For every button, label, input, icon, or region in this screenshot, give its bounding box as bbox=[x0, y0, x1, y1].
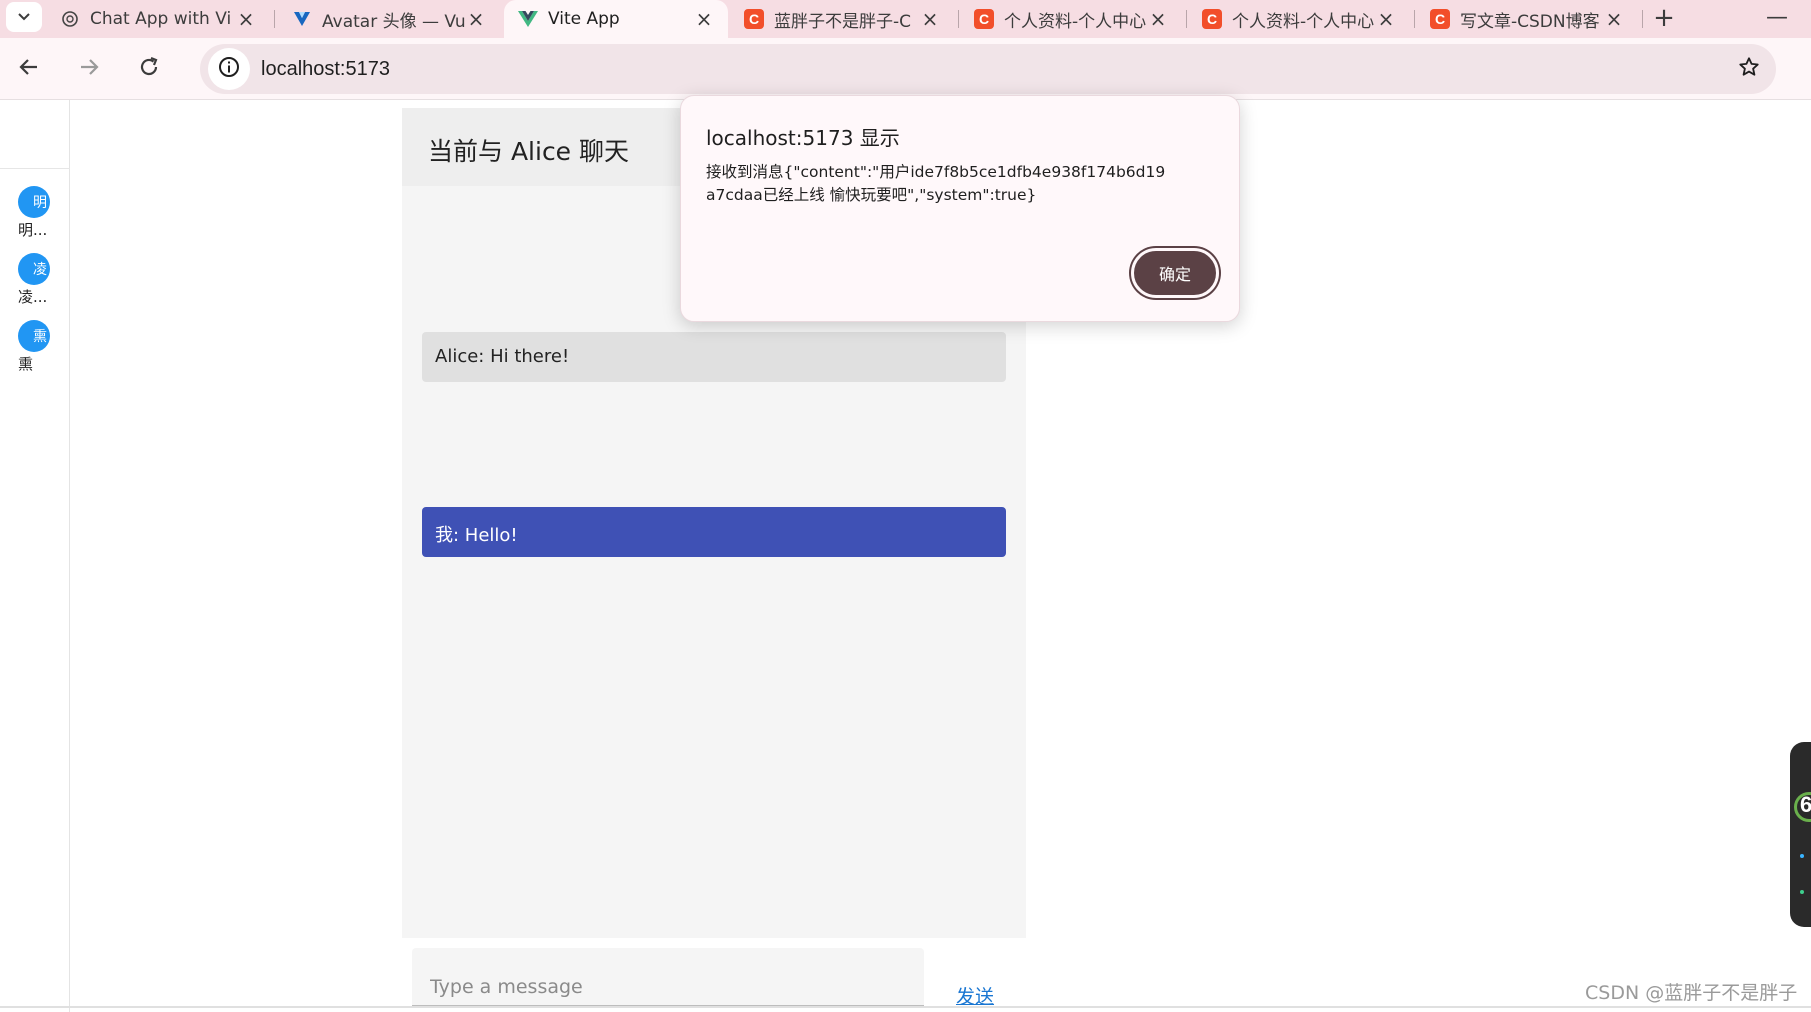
contact-name: 凌... bbox=[18, 288, 48, 306]
dialog-message: 接收到消息{"content":"用户ide7f8b5ce1dfb4e938f1… bbox=[706, 163, 1166, 204]
tab-separator bbox=[274, 10, 275, 28]
avatar: 明 bbox=[18, 186, 50, 218]
openai-icon bbox=[60, 9, 80, 29]
close-tab-icon[interactable]: × bbox=[236, 7, 256, 31]
message-bubble-outgoing: 我: Hello! bbox=[422, 507, 1006, 557]
tab-vite-app[interactable]: Vite App × bbox=[504, 0, 728, 38]
dot-icon bbox=[1800, 890, 1804, 894]
bookmark-button[interactable] bbox=[1736, 56, 1762, 82]
tab-csdn-write[interactable]: C 写文章-CSDN博客 × bbox=[1416, 0, 1638, 38]
tab-csdn-profile[interactable]: C 蓝胖子不是胖子-C × bbox=[730, 0, 954, 38]
arrow-left-icon bbox=[17, 55, 41, 83]
csdn-icon: C bbox=[744, 9, 764, 29]
close-tab-icon[interactable]: × bbox=[920, 7, 940, 31]
message-bubble-incoming: Alice: Hi there! bbox=[422, 332, 1006, 382]
close-tab-icon[interactable]: × bbox=[466, 7, 486, 31]
tab-separator bbox=[1414, 10, 1415, 28]
url-text[interactable]: localhost:5173 bbox=[261, 58, 390, 81]
chevron-down-icon bbox=[17, 8, 31, 27]
tab-title: Vite App bbox=[548, 9, 620, 29]
widget-number: 6 bbox=[1800, 792, 1811, 817]
avatar: 熏 bbox=[18, 320, 50, 352]
floating-widget[interactable]: 6 bbox=[1790, 742, 1811, 927]
contact-item[interactable]: 明 明... bbox=[18, 186, 68, 240]
avatar: 凌 bbox=[18, 253, 50, 285]
message-composer: 发送 bbox=[402, 938, 1026, 1009]
tab-title: 个人资料-个人中心 bbox=[1004, 11, 1147, 32]
contact-name: 熏 bbox=[18, 355, 34, 373]
divider bbox=[0, 1006, 1811, 1008]
csdn-icon: C bbox=[1202, 9, 1222, 29]
tab-title: 蓝胖子不是胖子-C bbox=[774, 11, 912, 32]
message-input[interactable] bbox=[412, 948, 924, 1006]
info-icon bbox=[218, 56, 240, 82]
contact-name: 明... bbox=[18, 221, 48, 239]
close-tab-icon[interactable]: × bbox=[1148, 7, 1168, 31]
send-button[interactable]: 发送 bbox=[956, 982, 994, 1009]
close-tab-icon[interactable]: × bbox=[1604, 7, 1624, 31]
reload-button[interactable] bbox=[132, 52, 166, 86]
address-bar[interactable]: localhost:5173 bbox=[200, 44, 1776, 94]
tab-separator bbox=[1186, 10, 1187, 28]
dot-icon bbox=[1800, 854, 1804, 858]
contact-item[interactable]: 熏 熏 bbox=[18, 320, 68, 374]
arrow-right-icon bbox=[77, 55, 101, 83]
tab-chat-app[interactable]: Chat App with Vi × bbox=[46, 0, 270, 38]
site-info-button[interactable] bbox=[208, 48, 250, 90]
reload-icon bbox=[137, 55, 161, 83]
tab-separator bbox=[1642, 10, 1643, 28]
tab-title: Chat App with Vi bbox=[90, 9, 232, 29]
tab-avatar[interactable]: Avatar 头像 — Vu × bbox=[278, 0, 500, 38]
csdn-watermark: CSDN @蓝胖子不是胖子 bbox=[1585, 982, 1798, 1004]
csdn-icon: C bbox=[1430, 9, 1450, 29]
tab-strip: Chat App with Vi × Avatar 头像 — Vu × Vite… bbox=[0, 0, 1811, 38]
browser-toolbar: localhost:5173 bbox=[0, 38, 1811, 100]
vuetify-icon bbox=[292, 9, 312, 29]
chat-title: 当前与 Alice 聊天 bbox=[428, 137, 630, 166]
tab-title: 写文章-CSDN博客 bbox=[1460, 11, 1600, 32]
new-tab-button[interactable]: + bbox=[1648, 2, 1680, 34]
minimize-window-button[interactable]: — bbox=[1762, 2, 1792, 32]
alert-dialog: localhost:5173 显示 接收到消息{"content":"用户ide… bbox=[680, 95, 1240, 322]
close-tab-icon[interactable]: × bbox=[1376, 7, 1396, 31]
vue-icon bbox=[518, 9, 538, 29]
dialog-title: localhost:5173 显示 bbox=[706, 126, 900, 150]
contact-sidebar: 明 明... 凌 凌... 熏 熏 bbox=[0, 100, 70, 1012]
ok-button[interactable]: 确定 bbox=[1131, 248, 1219, 298]
csdn-icon: C bbox=[974, 9, 994, 29]
tab-separator bbox=[958, 10, 959, 28]
contact-item[interactable]: 凌 凌... bbox=[18, 253, 68, 307]
divider bbox=[0, 168, 70, 169]
back-button[interactable] bbox=[12, 52, 46, 86]
tab-title: Avatar 头像 — Vu bbox=[322, 11, 466, 32]
tab-title: 个人资料-个人中心 bbox=[1232, 11, 1375, 32]
tab-csdn-center-2[interactable]: C 个人资料-个人中心 × bbox=[1188, 0, 1410, 38]
forward-button[interactable] bbox=[72, 52, 106, 86]
tab-csdn-center[interactable]: C 个人资料-个人中心 × bbox=[960, 0, 1182, 38]
tab-search-button[interactable] bbox=[6, 2, 42, 32]
close-tab-icon[interactable]: × bbox=[694, 7, 714, 31]
star-icon bbox=[1738, 56, 1760, 82]
